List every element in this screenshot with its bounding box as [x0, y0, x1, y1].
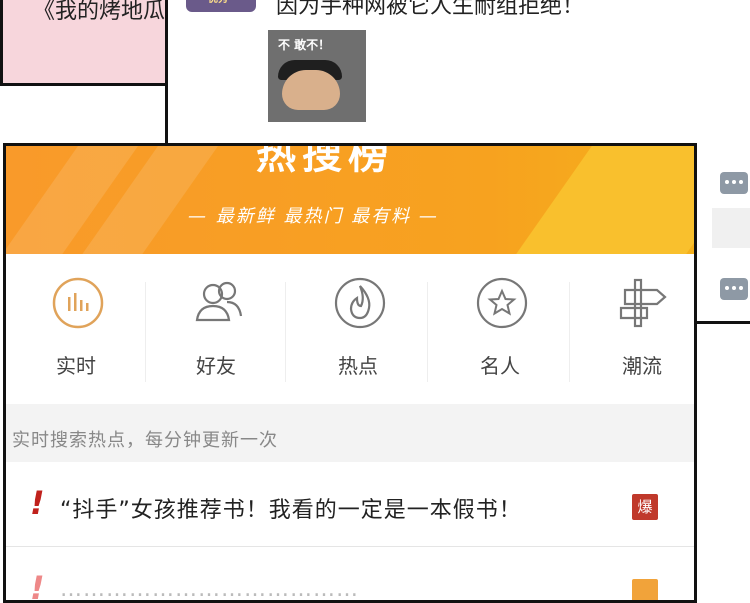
- chat-row: [712, 208, 750, 248]
- banner-slogan: — 最新鲜 最热门 最有料 —: [188, 206, 439, 227]
- list-item[interactable]: ! “抖手”女孩推荐书！我看的一定是一本假书！ 爆: [6, 462, 694, 547]
- category-nav: 实时 好友 热点 名人 潮流: [6, 254, 694, 404]
- tab-label: 热点: [338, 354, 378, 378]
- chart-icon: [52, 277, 104, 329]
- hot-mark-icon: !: [30, 484, 45, 522]
- tab-hotspot[interactable]: 热点: [288, 254, 428, 404]
- list-item[interactable]: ! …………………………………: [6, 547, 694, 603]
- tab-label: 潮流: [622, 354, 662, 378]
- hot-search-banner: 热搜榜 — 最新鲜 最热门 最有料 —: [6, 146, 694, 254]
- hot-badge: 爆: [632, 494, 658, 520]
- hot-search-screen: 热搜榜 — 最新鲜 最热门 最有料 — 实时 好友 热点 名人 潮流 实时搜索热…: [3, 143, 697, 603]
- signpost-icon: [619, 278, 667, 328]
- tab-realtime[interactable]: 实时: [6, 254, 146, 404]
- chat-message: 因为手种网被它人生耐组拒绝！: [276, 0, 585, 19]
- tab-friends[interactable]: 好友: [146, 254, 286, 404]
- chat-bubble-icon: [720, 172, 748, 194]
- chat-bubble-icon: [720, 278, 748, 300]
- friends-icon: [195, 281, 243, 322]
- hint-bar: 实时搜索热点，每分钟更新一次: [6, 404, 694, 462]
- tab-label: 好友: [196, 354, 236, 378]
- comic-panel-pink: 《我的烤地瓜: [0, 0, 170, 86]
- comic-caption: 《我的烤地瓜: [33, 0, 166, 24]
- list-item-title: “抖手”女孩推荐书！我看的一定是一本假书！: [60, 498, 522, 523]
- banner-title: 热搜榜: [256, 146, 394, 178]
- tab-celebrity[interactable]: 名人: [430, 254, 570, 404]
- tab-trend[interactable]: 潮流: [572, 254, 694, 404]
- meme-text: 不 敢不！: [278, 38, 331, 52]
- hot-mark-icon: !: [30, 569, 45, 603]
- tab-label: 名人: [480, 354, 520, 378]
- star-icon: [476, 277, 528, 329]
- list-item-title: …………………………………: [60, 577, 359, 602]
- hint-text: 实时搜索热点，每分钟更新一次: [12, 430, 278, 451]
- hot-badge: [632, 579, 658, 600]
- flame-icon: [334, 277, 386, 329]
- meme-image: 不 敢不！: [268, 30, 366, 122]
- tab-label: 实时: [56, 354, 96, 378]
- avatar: 优秀: [186, 0, 256, 12]
